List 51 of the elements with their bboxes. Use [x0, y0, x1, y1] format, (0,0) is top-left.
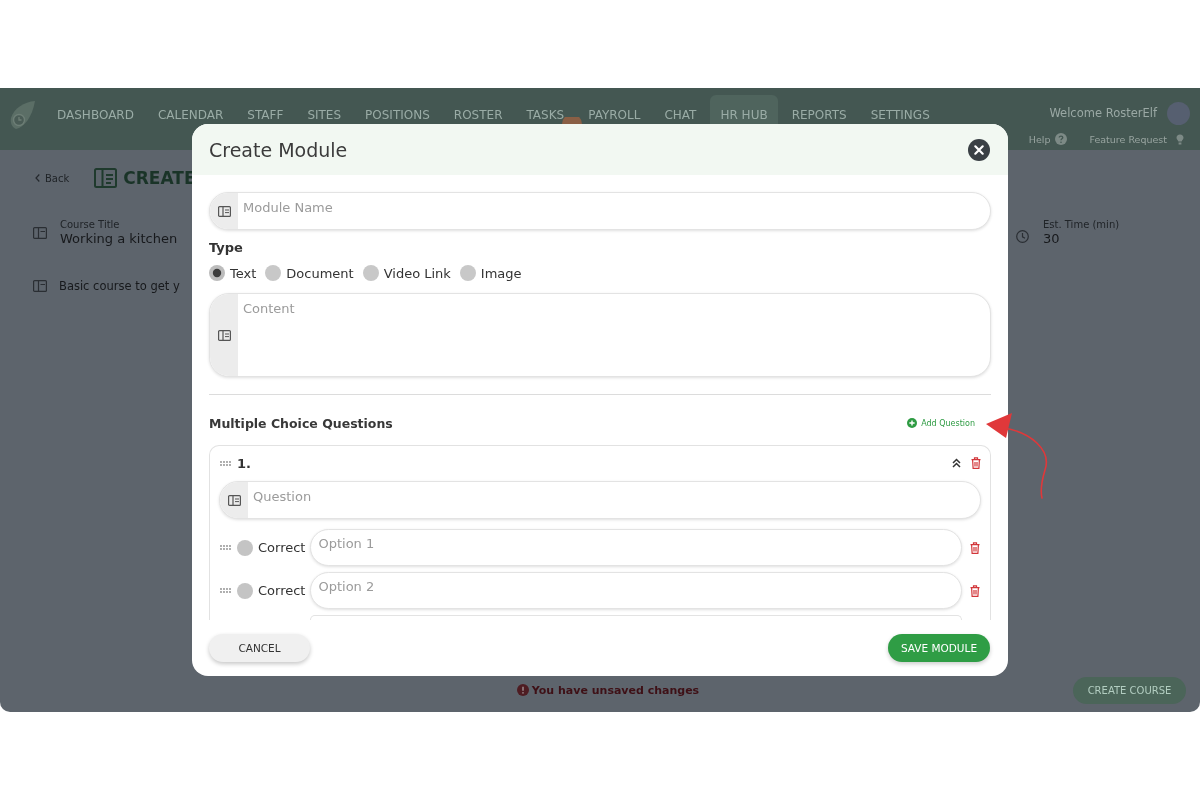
unsaved-changes-message: You have unsaved changes	[531, 683, 700, 697]
leaf-logo-icon	[8, 100, 36, 130]
alert-icon	[516, 684, 529, 696]
question-number: 1.	[237, 455, 251, 471]
nav-tab[interactable]: DASHBOARD	[47, 95, 144, 135]
page-title: CREATE	[123, 168, 196, 188]
course-title-label: Course Title	[60, 219, 121, 231]
drag-handle-icon[interactable]	[220, 460, 231, 466]
trash-icon[interactable]	[970, 541, 980, 554]
type-radio-option[interactable]: Document	[265, 265, 354, 281]
panel-icon	[217, 205, 231, 217]
welcome-text: Welcome RosterElf	[1049, 106, 1157, 120]
close-icon[interactable]	[968, 138, 990, 161]
dialog-title: Create Module	[209, 138, 348, 161]
panel-icon	[33, 227, 47, 239]
correct-radio-option[interactable]: Correct	[237, 539, 306, 556]
back-link[interactable]: Back	[35, 172, 70, 184]
correct-radio-option[interactable]: Correct	[237, 582, 306, 599]
type-radio-option[interactable]: Text	[209, 265, 257, 281]
panel-icon	[227, 494, 241, 506]
lightbulb-icon[interactable]	[1176, 133, 1184, 145]
trash-icon[interactable]	[971, 457, 981, 469]
drag-handle-icon[interactable]	[220, 545, 231, 550]
est-time-value[interactable]: 30	[1043, 231, 1120, 247]
plus-circle-icon	[907, 418, 918, 428]
panel-icon	[217, 329, 231, 341]
course-title-value[interactable]: Working a kitchen	[60, 231, 178, 247]
double-chevron-up-icon[interactable]	[952, 458, 961, 468]
help-link[interactable]: Help	[1028, 133, 1051, 145]
drag-handle-icon[interactable]	[220, 588, 231, 593]
course-description-value[interactable]: Basic course to get y	[59, 278, 180, 294]
feature-request-link[interactable]: Feature Request	[1089, 133, 1167, 145]
trash-icon[interactable]	[970, 584, 980, 597]
type-radio-option[interactable]: Image	[459, 265, 522, 281]
add-question-button[interactable]: Add Question	[907, 418, 975, 428]
create-course-button[interactable]: CREATE COURSE	[1073, 676, 1186, 704]
type-radio-option[interactable]: Video Link	[362, 265, 451, 281]
option-field[interactable]: Option 2	[310, 572, 962, 609]
panel-icon	[33, 280, 47, 292]
save-module-button[interactable]: SAVE MODULE	[888, 634, 990, 662]
cancel-button[interactable]: CANCEL	[209, 634, 310, 662]
type-label: Type	[209, 240, 243, 256]
option-field[interactable]: Option 1	[310, 529, 962, 566]
nav-tab[interactable]: TASKS	[516, 95, 575, 135]
clock-icon	[1016, 229, 1029, 243]
chevron-left-icon	[35, 174, 40, 182]
help-icon[interactable]	[1055, 133, 1068, 145]
panel-icon	[94, 168, 118, 188]
section-heading: Multiple Choice Questions	[209, 415, 393, 431]
est-time-label: Est. Time (min)	[1043, 219, 1120, 231]
avatar-icon[interactable]	[1167, 101, 1190, 125]
